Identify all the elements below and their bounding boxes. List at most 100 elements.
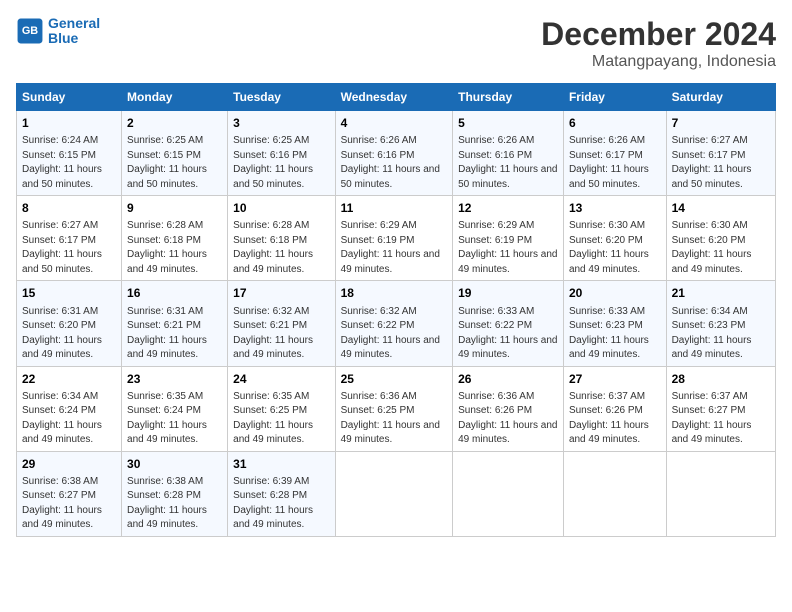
day-detail: Sunrise: 6:26 AMSunset: 6:17 PMDaylight:… [569, 135, 649, 190]
calendar-cell: 18 Sunrise: 6:32 AMSunset: 6:22 PMDayligh… [335, 281, 453, 366]
calendar-cell: 4 Sunrise: 6:26 AMSunset: 6:16 PMDaylight… [335, 111, 453, 196]
calendar-cell: 13 Sunrise: 6:30 AMSunset: 6:20 PMDayligh… [563, 196, 666, 281]
calendar-cell: 14 Sunrise: 6:30 AMSunset: 6:20 PMDayligh… [666, 196, 775, 281]
calendar-cell: 28 Sunrise: 6:37 AMSunset: 6:27 PMDayligh… [666, 366, 775, 451]
day-detail: Sunrise: 6:35 AMSunset: 6:24 PMDaylight:… [127, 391, 207, 446]
day-number: 26 [458, 371, 558, 387]
day-number: 29 [22, 456, 116, 472]
day-number: 31 [233, 456, 329, 472]
svg-text:GB: GB [22, 26, 38, 38]
day-number: 13 [569, 200, 661, 216]
day-number: 18 [341, 285, 448, 301]
day-number: 15 [22, 285, 116, 301]
calendar-cell: 11 Sunrise: 6:29 AMSunset: 6:19 PMDayligh… [335, 196, 453, 281]
day-detail: Sunrise: 6:34 AMSunset: 6:23 PMDaylight:… [672, 306, 752, 361]
calendar-body: 1 Sunrise: 6:24 AMSunset: 6:15 PMDaylight… [17, 111, 776, 537]
day-detail: Sunrise: 6:28 AMSunset: 6:18 PMDaylight:… [127, 220, 207, 275]
calendar-cell: 24Sunrise: 6:35 AMSunset: 6:25 PMDayligh… [228, 366, 335, 451]
day-detail: Sunrise: 6:37 AMSunset: 6:27 PMDaylight:… [672, 391, 752, 446]
day-detail: Sunrise: 6:32 AMSunset: 6:21 PMDaylight:… [233, 306, 313, 361]
day-number: 5 [458, 115, 558, 131]
calendar-cell: 8Sunrise: 6:27 AMSunset: 6:17 PMDaylight… [17, 196, 122, 281]
day-number: 4 [341, 115, 448, 131]
calendar-header-row: SundayMondayTuesdayWednesdayThursdayFrid… [17, 84, 776, 111]
logo-line2: Blue [48, 30, 78, 46]
day-number: 19 [458, 285, 558, 301]
calendar-cell: 9 Sunrise: 6:28 AMSunset: 6:18 PMDaylight… [122, 196, 228, 281]
day-detail: Sunrise: 6:29 AMSunset: 6:19 PMDaylight:… [341, 220, 440, 275]
day-number: 25 [341, 371, 448, 387]
col-header-saturday: Saturday [666, 84, 775, 111]
day-number: 22 [22, 371, 116, 387]
calendar-cell: 7Sunrise: 6:27 AMSunset: 6:17 PMDaylight… [666, 111, 775, 196]
calendar-cell: 2 Sunrise: 6:25 AMSunset: 6:15 PMDaylight… [122, 111, 228, 196]
day-number: 3 [233, 115, 329, 131]
day-detail: Sunrise: 6:34 AMSunset: 6:24 PMDaylight:… [22, 391, 102, 446]
day-detail: Sunrise: 6:36 AMSunset: 6:26 PMDaylight:… [458, 391, 557, 446]
day-detail: Sunrise: 6:29 AMSunset: 6:19 PMDaylight:… [458, 220, 557, 275]
day-detail: Sunrise: 6:38 AMSunset: 6:27 PMDaylight:… [22, 476, 102, 531]
title-area: December 2024 Matangpayang, Indonesia [541, 16, 776, 71]
col-header-tuesday: Tuesday [228, 84, 335, 111]
day-number: 14 [672, 200, 770, 216]
calendar-cell: 22 Sunrise: 6:34 AMSunset: 6:24 PMDayligh… [17, 366, 122, 451]
day-detail: Sunrise: 6:39 AMSunset: 6:28 PMDaylight:… [233, 476, 313, 531]
day-detail: Sunrise: 6:25 AMSunset: 6:15 PMDaylight:… [127, 135, 207, 190]
calendar-cell: 3 Sunrise: 6:25 AMSunset: 6:16 PMDaylight… [228, 111, 335, 196]
logo: GB General Blue [16, 16, 100, 47]
day-number: 10 [233, 200, 329, 216]
day-detail: Sunrise: 6:37 AMSunset: 6:26 PMDaylight:… [569, 391, 649, 446]
day-number: 23 [127, 371, 222, 387]
day-detail: Sunrise: 6:38 AMSunset: 6:28 PMDaylight:… [127, 476, 207, 531]
col-header-thursday: Thursday [453, 84, 564, 111]
week-row-0: 1 Sunrise: 6:24 AMSunset: 6:15 PMDaylight… [17, 111, 776, 196]
day-number: 16 [127, 285, 222, 301]
day-number: 20 [569, 285, 661, 301]
calendar-cell [563, 451, 666, 536]
day-number: 30 [127, 456, 222, 472]
calendar-cell: 25Sunrise: 6:36 AMSunset: 6:25 PMDayligh… [335, 366, 453, 451]
col-header-sunday: Sunday [17, 84, 122, 111]
day-detail: Sunrise: 6:31 AMSunset: 6:21 PMDaylight:… [127, 306, 207, 361]
day-number: 1 [22, 115, 116, 131]
day-detail: Sunrise: 6:26 AMSunset: 6:16 PMDaylight:… [341, 135, 440, 190]
calendar-cell: 1 Sunrise: 6:24 AMSunset: 6:15 PMDaylight… [17, 111, 122, 196]
day-number: 21 [672, 285, 770, 301]
calendar-cell: 10 Sunrise: 6:28 AMSunset: 6:18 PMDayligh… [228, 196, 335, 281]
day-number: 9 [127, 200, 222, 216]
day-number: 7 [672, 115, 770, 131]
calendar-cell: 6Sunrise: 6:26 AMSunset: 6:17 PMDaylight… [563, 111, 666, 196]
col-header-friday: Friday [563, 84, 666, 111]
calendar-cell: 5 Sunrise: 6:26 AMSunset: 6:16 PMDaylight… [453, 111, 564, 196]
calendar-cell: 29 Sunrise: 6:38 AMSunset: 6:27 PMDayligh… [17, 451, 122, 536]
day-detail: Sunrise: 6:25 AMSunset: 6:16 PMDaylight:… [233, 135, 313, 190]
header: GB General Blue December 2024 Matangpaya… [16, 16, 776, 71]
calendar-table: SundayMondayTuesdayWednesdayThursdayFrid… [16, 83, 776, 537]
calendar-cell: 17Sunrise: 6:32 AMSunset: 6:21 PMDayligh… [228, 281, 335, 366]
day-number: 27 [569, 371, 661, 387]
day-number: 12 [458, 200, 558, 216]
main-title: December 2024 [541, 16, 776, 53]
col-header-monday: Monday [122, 84, 228, 111]
day-detail: Sunrise: 6:30 AMSunset: 6:20 PMDaylight:… [672, 220, 752, 275]
day-number: 28 [672, 371, 770, 387]
day-number: 11 [341, 200, 448, 216]
day-detail: Sunrise: 6:24 AMSunset: 6:15 PMDaylight:… [22, 135, 102, 190]
day-detail: Sunrise: 6:33 AMSunset: 6:23 PMDaylight:… [569, 306, 649, 361]
day-detail: Sunrise: 6:32 AMSunset: 6:22 PMDaylight:… [341, 306, 440, 361]
day-detail: Sunrise: 6:30 AMSunset: 6:20 PMDaylight:… [569, 220, 649, 275]
calendar-cell: 27 Sunrise: 6:37 AMSunset: 6:26 PMDayligh… [563, 366, 666, 451]
day-detail: Sunrise: 6:28 AMSunset: 6:18 PMDaylight:… [233, 220, 313, 275]
day-number: 2 [127, 115, 222, 131]
col-header-wednesday: Wednesday [335, 84, 453, 111]
calendar-cell: 31 Sunrise: 6:39 AMSunset: 6:28 PMDayligh… [228, 451, 335, 536]
calendar-cell [335, 451, 453, 536]
logo-icon: GB [16, 17, 44, 45]
day-number: 24 [233, 371, 329, 387]
day-detail: Sunrise: 6:31 AMSunset: 6:20 PMDaylight:… [22, 306, 102, 361]
day-detail: Sunrise: 6:26 AMSunset: 6:16 PMDaylight:… [458, 135, 557, 190]
logo-line1: General [48, 15, 100, 31]
calendar-cell: 21 Sunrise: 6:34 AMSunset: 6:23 PMDayligh… [666, 281, 775, 366]
subtitle: Matangpayang, Indonesia [541, 53, 776, 71]
week-row-2: 15 Sunrise: 6:31 AMSunset: 6:20 PMDayligh… [17, 281, 776, 366]
